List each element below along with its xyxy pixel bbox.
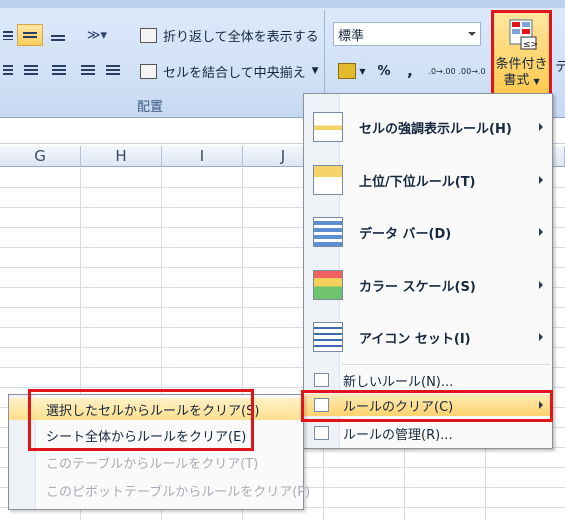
submenu-arrow-icon: [539, 176, 543, 184]
menu-item-color-scales[interactable]: カラー スケール(S): [304, 263, 552, 307]
column-header-g[interactable]: G: [0, 146, 81, 167]
menu-item-manage-rules[interactable]: ルールの管理(R)...: [304, 422, 552, 444]
increase-indent-icon: [106, 65, 120, 77]
clear-rules-icon: [314, 398, 329, 412]
submenu-arrow-icon: [539, 123, 543, 131]
percent-button[interactable]: %: [372, 60, 396, 82]
align-bottom-button[interactable]: [45, 24, 71, 46]
wrap-text-icon: [140, 27, 157, 43]
submenu-item-label: 選択したセルからルールをクリア(S): [46, 403, 260, 419]
increase-indent-button[interactable]: [102, 60, 124, 82]
submenu-arrow-icon: [539, 401, 543, 409]
align-right-icon: [52, 65, 66, 77]
conditional-formatting-menu: セルの強調表示ルール(H) 上位/下位ルール(T) データ バー(D) カラー …: [303, 93, 553, 449]
menu-separator: [342, 364, 550, 365]
currency-icon: [338, 63, 357, 79]
conditional-formatting-label: 条件付き 書式 ▼: [494, 57, 549, 90]
decrease-indent-button[interactable]: [77, 60, 99, 82]
alignment-group-label: 配置: [136, 100, 163, 115]
decrease-decimal-icon: .00→.0: [458, 66, 486, 76]
menu-item-new-rule[interactable]: 新しいルール(N)...: [304, 369, 552, 391]
align-center-button[interactable]: [18, 60, 44, 82]
column-header-i[interactable]: I: [162, 146, 243, 167]
top-bottom-rules-icon: [313, 165, 343, 195]
comma-button[interactable]: ,: [398, 60, 422, 82]
icon-sets-icon: [313, 322, 343, 352]
chevron-down-icon: [468, 32, 476, 36]
merge-center-button[interactable]: セルを結合して中央揃え ▼: [140, 60, 319, 82]
chevron-down-icon: ▼: [533, 77, 540, 86]
align-left-button[interactable]: [0, 60, 16, 82]
merge-center-label: セルを結合して中央揃え: [163, 65, 306, 81]
menu-item-label: セルの強調表示ルール(H): [359, 121, 512, 137]
decrease-decimal-button[interactable]: .00→.0: [458, 60, 486, 82]
menu-item-label: ルールのクリア(C): [343, 399, 454, 415]
svg-text:≤>: ≤>: [523, 40, 538, 50]
align-right-button[interactable]: [46, 60, 72, 82]
manage-rules-icon: [314, 426, 329, 440]
align-bottom-icon: [51, 35, 65, 41]
decrease-indent-icon: [81, 65, 95, 77]
conditional-formatting-button[interactable]: ≤> 条件付き 書式 ▼: [491, 10, 552, 97]
wrap-text-label: 折り返して全体を表示する: [163, 29, 319, 45]
submenu-arrow-icon: [539, 281, 543, 289]
submenu-item-label: シート全体からルールをクリア(E): [46, 429, 247, 445]
submenu-item-clear-entire-sheet[interactable]: シート全体からルールをクリア(E): [9, 424, 303, 446]
chevron-down-icon: ▼: [359, 66, 366, 76]
submenu-item-label: このテーブルからルールをクリア(T): [46, 456, 259, 472]
wrap-text-button[interactable]: 折り返して全体を表示する: [140, 24, 319, 46]
submenu-arrow-icon: [539, 228, 543, 236]
percent-label: %: [377, 63, 391, 79]
color-scales-icon: [313, 270, 343, 300]
number-format-combo[interactable]: 標準: [333, 22, 481, 46]
conditional-formatting-label-line2: 書式 ▼: [494, 73, 549, 90]
menu-item-data-bars[interactable]: データ バー(D): [304, 210, 552, 254]
menu-item-highlight-rules[interactable]: セルの強調表示ルール(H): [304, 105, 552, 149]
align-left-icon: [3, 65, 13, 77]
chevron-down-icon[interactable]: ▼: [312, 66, 319, 76]
align-center-icon: [24, 65, 38, 77]
conditional-formatting-label-line2-text: 書式: [503, 73, 530, 88]
submenu-arrow-icon: [539, 333, 543, 341]
submenu-item-clear-selected-cells[interactable]: 選択したセルからルールをクリア(S): [9, 398, 303, 420]
align-lines-icon: [3, 30, 13, 40]
ribbon-tab-strip: [0, 0, 565, 8]
increase-decimal-button[interactable]: .0→.00: [428, 60, 456, 82]
submenu-item-clear-this-pivot-table: このピボットテーブルからルールをクリア(P): [9, 479, 310, 501]
column-header-h[interactable]: H: [81, 146, 162, 167]
menu-item-label: アイコン セット(I): [359, 331, 471, 347]
align-middle-icon: [23, 32, 37, 38]
menu-item-label: カラー スケール(S): [359, 279, 476, 295]
orientation-icon: ≫▾: [86, 27, 108, 43]
menu-item-icon-sets[interactable]: アイコン セット(I): [304, 315, 552, 359]
data-bars-icon: [313, 217, 343, 247]
menu-item-label: 上位/下位ルール(T): [359, 174, 476, 190]
comma-label: ,: [407, 62, 413, 80]
orientation-button[interactable]: ≫▾: [78, 24, 116, 46]
increase-decimal-icon: .0→.00: [428, 66, 456, 76]
new-rule-icon: [314, 373, 329, 387]
format-as-table-label-partial: テ: [555, 59, 565, 75]
merge-center-icon: [140, 63, 157, 79]
align-middle-button[interactable]: [17, 24, 43, 46]
menu-item-label: 新しいルール(N)...: [343, 374, 454, 390]
format-as-table-button-partial[interactable]: テ: [555, 54, 565, 76]
menu-item-clear-rules[interactable]: ルールのクリア(C): [304, 394, 552, 416]
clear-rules-submenu: 選択したセルからルールをクリア(S) シート全体からルールをクリア(E) このテ…: [8, 394, 310, 510]
menu-item-label: データ バー(D): [359, 226, 452, 242]
number-format-value: 標準: [338, 28, 365, 44]
highlight-rules-icon: [313, 112, 343, 142]
conditional-formatting-icon: ≤>: [509, 19, 538, 50]
menu-item-top-bottom-rules[interactable]: 上位/下位ルール(T): [304, 158, 552, 202]
submenu-item-label: このピボットテーブルからルールをクリア(P): [46, 484, 311, 500]
menu-item-label: ルールの管理(R)...: [343, 427, 453, 443]
submenu-item-clear-this-table: このテーブルからルールをクリア(T): [9, 451, 303, 473]
align-top-left-button[interactable]: [0, 24, 16, 46]
conditional-formatting-label-line1: 条件付き: [495, 57, 548, 72]
currency-format-button[interactable]: ▼: [333, 60, 371, 82]
